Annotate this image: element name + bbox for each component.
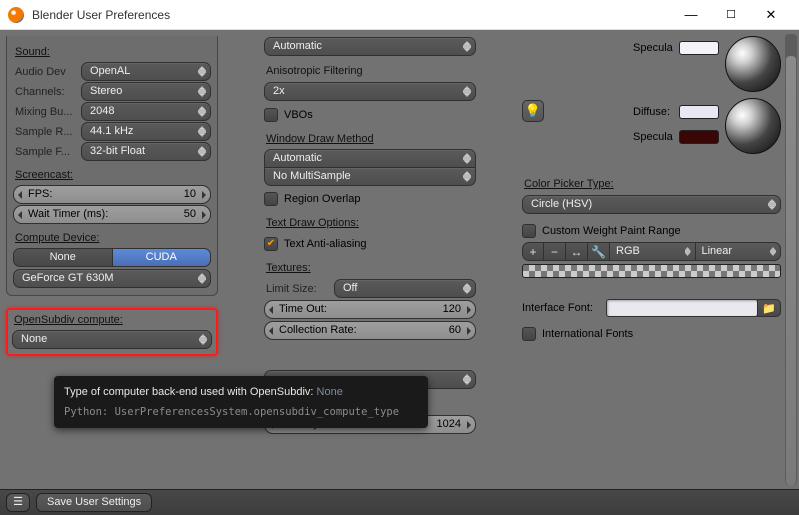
international-fonts-label: International Fonts — [542, 328, 633, 340]
gradient-preview[interactable] — [522, 264, 781, 278]
interface-font-field[interactable] — [606, 299, 758, 317]
compute-backend-toggle[interactable]: None CUDA — [13, 248, 211, 267]
tooltip-python: Python: UserPreferencesSystem.opensubdiv… — [64, 405, 418, 421]
vbos-label: VBOs — [284, 109, 313, 121]
vbos-checkbox[interactable] — [264, 108, 278, 122]
mixing-buffer-select[interactable]: 2048 — [81, 102, 211, 121]
timeout-field[interactable]: Time Out: 120 — [264, 300, 476, 319]
compute-device-heading: Compute Device: — [15, 232, 209, 244]
save-user-settings-button[interactable]: Save User Settings — [36, 493, 152, 512]
tooltip: Type of computer back-end used with Open… — [54, 376, 428, 428]
minimize-button[interactable]: — — [671, 0, 711, 30]
diffuse-label: Diffuse: — [633, 106, 679, 118]
audio-dev-label: Audio Dev — [13, 66, 81, 78]
maximize-button[interactable]: ☐ — [711, 0, 751, 30]
fps-field[interactable]: FPS: 10 — [13, 185, 211, 204]
specular1-swatch[interactable] — [679, 41, 719, 55]
preview-sphere-2 — [725, 98, 781, 154]
specular2-swatch[interactable] — [679, 130, 719, 144]
custom-weight-label: Custom Weight Paint Range — [542, 225, 681, 237]
sound-heading: Sound: — [15, 46, 209, 58]
specular2-label: Specula — [633, 131, 679, 143]
collection-rate-value: 60 — [449, 322, 461, 339]
custom-weight-checkbox[interactable] — [522, 224, 536, 238]
sample-format-select[interactable]: 32-bit Float — [81, 142, 211, 161]
color-picker-select[interactable]: Circle (HSV) — [522, 195, 781, 214]
text-draw-heading: Text Draw Options: — [266, 217, 474, 229]
wdm-heading: Window Draw Method — [266, 133, 474, 145]
timeout-value: 120 — [443, 301, 461, 318]
gpu-device-select[interactable]: GeForce GT 630M — [13, 269, 211, 288]
region-overlap-checkbox[interactable] — [264, 192, 278, 206]
titlebar: Blender User Preferences — ☐ ✕ — [0, 0, 799, 30]
gradient-interp-select[interactable]: Linear — [696, 242, 782, 261]
textures-heading: Textures: — [266, 262, 474, 274]
diffuse-swatch[interactable] — [679, 105, 719, 119]
window-title: Blender User Preferences — [32, 8, 671, 22]
sample-rate-label: Sample R... — [13, 126, 81, 138]
opensubdiv-highlight: OpenSubdiv compute: None — [6, 308, 218, 356]
multisample-select[interactable]: No MultiSample — [264, 168, 476, 186]
footer: ☰ Save User Settings — [0, 489, 799, 515]
mixing-label: Mixing Bu... — [13, 106, 81, 118]
limit-size-label: Limit Size: — [264, 283, 334, 295]
compute-none-button[interactable]: None — [13, 248, 113, 267]
blender-icon — [8, 7, 24, 23]
gl-texture-select[interactable]: Automatic — [264, 37, 476, 56]
tooltip-value: None — [317, 386, 343, 398]
collection-rate-label: Collection Rate: — [279, 322, 357, 339]
fps-value: 10 — [184, 186, 196, 203]
opensubdiv-compute-select[interactable]: None — [12, 330, 212, 349]
screencast-heading: Screencast: — [15, 169, 209, 181]
sample-format-label: Sample F... — [13, 146, 81, 158]
gradient-flip-button[interactable]: ↔ — [566, 242, 588, 261]
interface-font-label: Interface Font: — [522, 302, 606, 314]
opensubdiv-heading: OpenSubdiv compute: — [14, 314, 210, 326]
gradient-tools-button[interactable]: 🔧 — [588, 242, 610, 261]
limit-size-select[interactable]: Off — [334, 279, 476, 298]
text-aa-label: Text Anti-aliasing — [284, 238, 367, 250]
color-picker-heading: Color Picker Type: — [524, 178, 779, 190]
scrollbar[interactable] — [785, 34, 797, 485]
gradient-add-button[interactable]: + — [522, 242, 544, 261]
compute-cuda-button[interactable]: CUDA — [113, 248, 212, 267]
close-button[interactable]: ✕ — [751, 0, 791, 30]
region-overlap-label: Region Overlap — [284, 193, 360, 205]
aniso-heading: Anisotropic Filtering — [266, 65, 474, 77]
browse-font-button[interactable]: 📁 — [757, 299, 781, 317]
international-fonts-checkbox[interactable] — [522, 327, 536, 341]
preview-sphere-1 — [725, 36, 781, 92]
light-toggle-button[interactable]: 💡 — [522, 100, 544, 122]
channels-select[interactable]: Stereo — [81, 82, 211, 101]
wait-timer-value: 50 — [184, 206, 196, 223]
sample-rate-select[interactable]: 44.1 kHz — [81, 122, 211, 141]
gradient-space-select[interactable]: RGB — [610, 242, 696, 261]
wait-timer-label: Wait Timer (ms): — [28, 206, 108, 223]
audio-device-select[interactable]: OpenAL — [81, 62, 211, 81]
aniso-select[interactable]: 2x — [264, 82, 476, 101]
window-draw-method-select[interactable]: Automatic — [264, 149, 476, 168]
specular1-label: Specula — [633, 42, 679, 54]
text-aa-checkbox[interactable] — [264, 237, 278, 251]
timeout-label: Time Out: — [279, 301, 327, 318]
footer-menu-button[interactable]: ☰ — [6, 493, 30, 512]
tooltip-text: Type of computer back-end used with Open… — [64, 386, 317, 398]
scroll-thumb[interactable] — [786, 56, 796, 485]
fps-label: FPS: — [28, 186, 52, 203]
wait-timer-field[interactable]: Wait Timer (ms): 50 — [13, 205, 211, 224]
memory-cache-value: 1024 — [437, 416, 461, 433]
gradient-remove-button[interactable]: − — [544, 242, 566, 261]
channels-label: Channels: — [13, 86, 81, 98]
collection-rate-field[interactable]: Collection Rate: 60 — [264, 321, 476, 340]
